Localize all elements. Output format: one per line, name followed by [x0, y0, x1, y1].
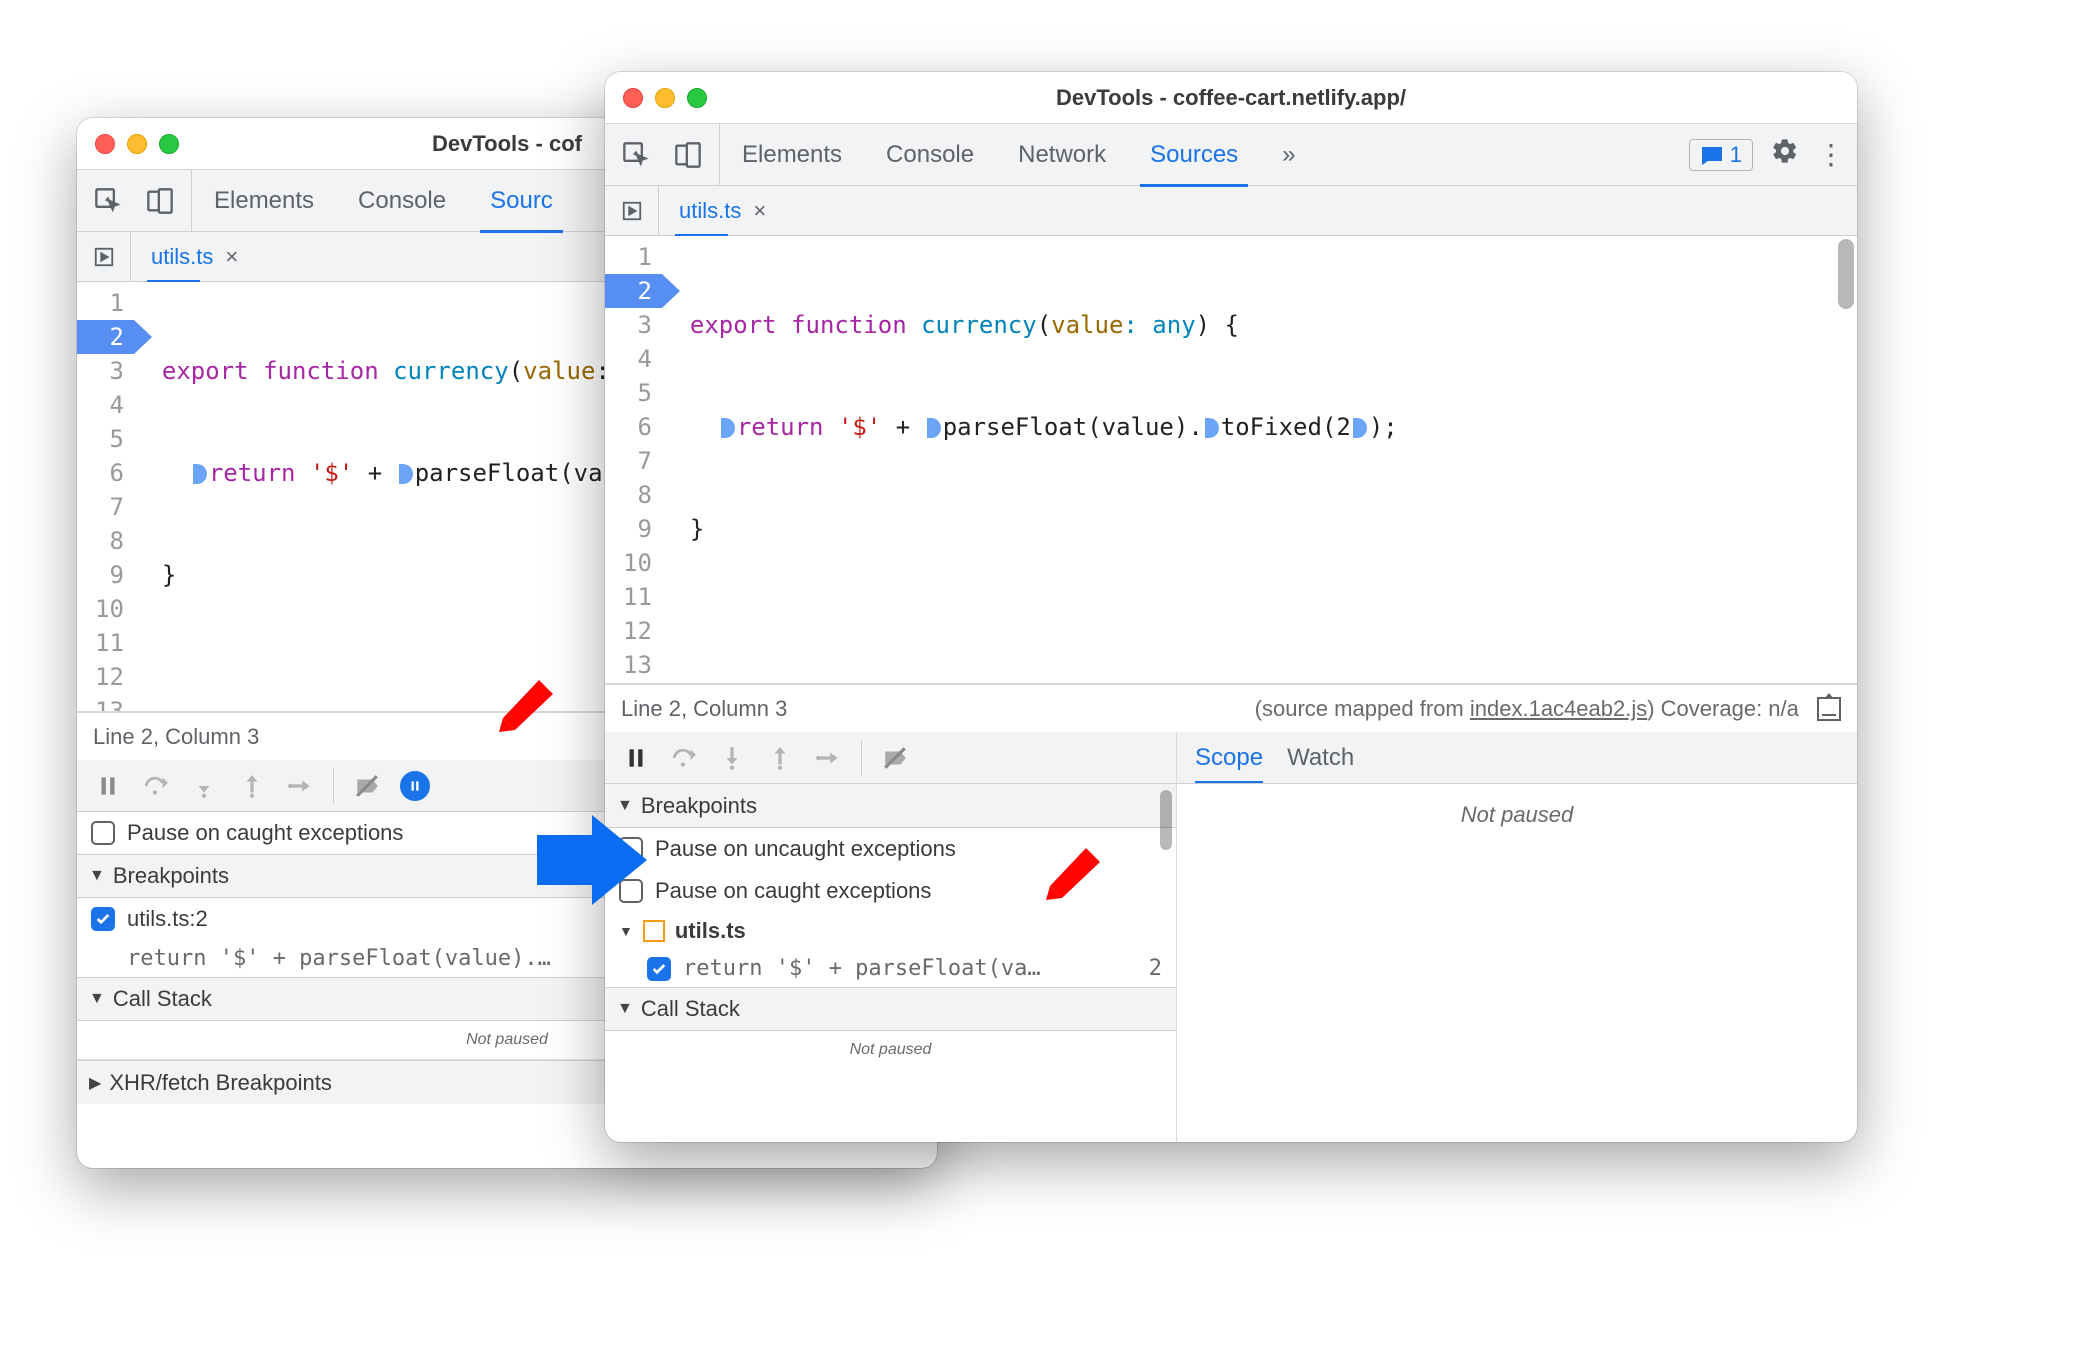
show-navigator-icon[interactable]	[77, 232, 131, 281]
pause-on-caught-label: Pause on caught exceptions	[655, 878, 931, 904]
tab-watch[interactable]: Watch	[1287, 734, 1354, 782]
step-over-icon[interactable]	[669, 743, 699, 773]
breakpoint-code: return '$' + parseFloat(va…	[683, 956, 1041, 981]
sourcemap-info: (source mapped from index.1ac4eab2.js) C…	[1255, 696, 1841, 722]
inspect-icon[interactable]	[619, 138, 653, 172]
breakpoint-entry[interactable]: return '$' + parseFloat(va… 2	[605, 950, 1176, 987]
editor-statusbar: Line 2, Column 3 (source mapped from ind…	[605, 684, 1857, 732]
more-icon[interactable]: ⋮	[1817, 138, 1845, 171]
breakpoint-file: utils.ts:2	[127, 906, 208, 932]
breakpoint-file-group[interactable]: ▼ utils.ts	[605, 912, 1176, 950]
show-navigator-icon[interactable]	[605, 186, 659, 235]
close-icon[interactable]: ×	[753, 198, 766, 224]
gutter[interactable]: 1 2 3 4 5 6 7 8 9 10 11 12 13	[605, 236, 662, 684]
tabs-overflow[interactable]: »	[1260, 124, 1317, 186]
tab-elements[interactable]: Elements	[192, 170, 336, 232]
callstack-empty: Not paused	[605, 1031, 1176, 1069]
scrollbar[interactable]	[1838, 239, 1854, 309]
coverage-toggle-icon[interactable]	[1817, 697, 1841, 721]
window-zoom-icon[interactable]	[159, 134, 179, 154]
file-tab-utils[interactable]: utils.ts ×	[131, 232, 258, 281]
debugger-toolbar	[605, 732, 1176, 784]
disclosure-triangle-icon: ▼	[619, 923, 633, 939]
window-zoom-icon[interactable]	[687, 88, 707, 108]
step-into-icon[interactable]	[189, 771, 219, 801]
scope-empty: Not paused	[1177, 784, 1857, 1142]
code-editor[interactable]: 1 2 3 4 5 6 7 8 9 10 11 12 13 export fun…	[605, 236, 1857, 684]
scope-watch-tabstrip: Scope Watch	[1177, 732, 1857, 784]
code-content: export function currency(value: any) { r…	[662, 236, 1615, 684]
step-icon[interactable]	[813, 743, 843, 773]
window-close-icon[interactable]	[623, 88, 643, 108]
pause-icon[interactable]	[621, 743, 651, 773]
callstack-header[interactable]: ▼ Call Stack	[605, 987, 1176, 1031]
device-toggle-icon[interactable]	[671, 138, 705, 172]
file-tab-label: utils.ts	[151, 244, 213, 270]
breakpoints-header[interactable]: ▼ Breakpoints	[605, 784, 1176, 828]
code-content: export function currency(value: return '…	[134, 282, 610, 712]
step-out-icon[interactable]	[765, 743, 795, 773]
tab-console[interactable]: Console	[864, 124, 996, 186]
device-toggle-icon[interactable]	[143, 184, 177, 218]
breakpoint-linenum: 2	[1149, 956, 1162, 981]
tab-network[interactable]: Network	[996, 124, 1128, 186]
annotation-red-arrow-icon	[497, 674, 555, 734]
close-icon[interactable]: ×	[225, 244, 238, 270]
step-icon[interactable]	[285, 771, 315, 801]
deactivate-breakpoints-icon[interactable]	[352, 771, 382, 801]
annotation-blue-arrow-icon	[537, 815, 647, 905]
devtools-window-right: DevTools - coffee-cart.netlify.app/ Elem…	[605, 72, 1857, 1142]
deactivate-breakpoints-icon[interactable]	[880, 743, 910, 773]
panel-tabstrip: Elements Console Network Sources » 1 ⋮	[605, 124, 1857, 186]
checkbox-icon[interactable]	[91, 821, 115, 845]
mapped-file-link[interactable]: index.1ac4eab2.js	[1470, 696, 1647, 721]
step-out-icon[interactable]	[237, 771, 267, 801]
pause-icon[interactable]	[93, 771, 123, 801]
ts-file-icon	[643, 920, 665, 942]
pause-on-caught-label: Pause on caught exceptions	[127, 820, 403, 846]
checkbox-icon[interactable]	[91, 907, 115, 931]
disclosure-triangle-icon: ▶	[89, 1073, 101, 1093]
tab-sources[interactable]: Sources	[1128, 124, 1260, 186]
tab-scope[interactable]: Scope	[1195, 734, 1263, 782]
disclosure-triangle-icon: ▼	[617, 1000, 633, 1018]
tab-console[interactable]: Console	[336, 170, 468, 232]
scrollbar[interactable]	[1160, 790, 1172, 850]
disclosure-triangle-icon: ▼	[89, 990, 105, 1008]
window-minimize-icon[interactable]	[127, 134, 147, 154]
file-tab-label: utils.ts	[679, 198, 741, 224]
settings-icon[interactable]	[1771, 137, 1799, 173]
pause-on-exceptions-icon[interactable]	[400, 771, 430, 801]
tab-elements[interactable]: Elements	[720, 124, 864, 186]
issues-chip[interactable]: 1	[1689, 139, 1753, 171]
gutter[interactable]: 1 2 3 4 5 6 7 8 9 10 11 12 13	[77, 282, 134, 712]
annotation-red-arrow-icon	[1044, 842, 1102, 902]
window-close-icon[interactable]	[95, 134, 115, 154]
file-tabstrip: utils.ts ×	[605, 186, 1857, 236]
pause-on-uncaught-label: Pause on uncaught exceptions	[655, 836, 956, 862]
titlebar[interactable]: DevTools - coffee-cart.netlify.app/	[605, 72, 1857, 124]
disclosure-triangle-icon: ▼	[89, 867, 105, 885]
window-minimize-icon[interactable]	[655, 88, 675, 108]
step-over-icon[interactable]	[141, 771, 171, 801]
file-tab-utils[interactable]: utils.ts ×	[659, 186, 786, 235]
checkbox-icon[interactable]	[647, 957, 671, 981]
cursor-position: Line 2, Column 3	[621, 696, 787, 722]
window-title: DevTools - coffee-cart.netlify.app/	[1056, 85, 1406, 111]
step-into-icon[interactable]	[717, 743, 747, 773]
window-title: DevTools - cof	[432, 131, 582, 157]
tab-sources[interactable]: Sourc	[468, 170, 575, 232]
inspect-icon[interactable]	[91, 184, 125, 218]
disclosure-triangle-icon: ▼	[617, 797, 633, 815]
cursor-position: Line 2, Column 3	[93, 724, 259, 750]
